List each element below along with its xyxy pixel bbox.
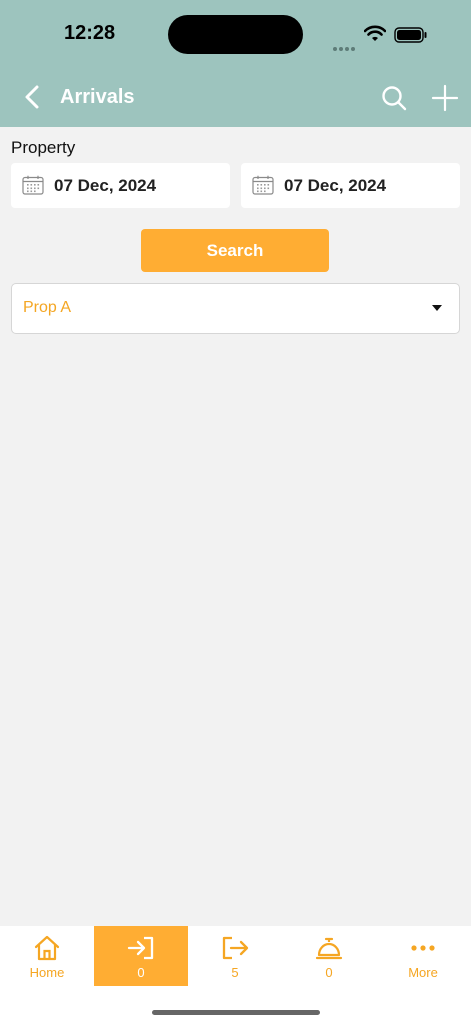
status-bar: 12:28 [0,0,471,70]
caret-down-icon [432,305,442,311]
tab-label: 0 [137,965,145,980]
back-icon[interactable] [20,84,44,110]
to-date-field[interactable]: 07 Dec, 2024 [241,163,460,208]
more-icon [411,945,435,951]
nav-bar: Arrivals [0,70,471,127]
search-icon[interactable] [380,84,408,112]
search-button[interactable]: Search [141,229,329,272]
tab-label: More [408,965,438,980]
battery-icon [394,27,427,43]
cellular-signal-icon [333,38,357,56]
to-date-value: 07 Dec, 2024 [284,176,387,195]
tab-service[interactable]: 0 [282,926,376,986]
status-time: 12:28 [64,22,116,44]
bell-icon [315,937,343,960]
home-icon [34,935,60,961]
add-icon[interactable] [430,83,460,113]
tab-label: 0 [325,965,333,980]
calendar-icon [22,175,44,195]
home-indicator [152,1010,320,1015]
tab-arrivals[interactable]: 0 [94,926,188,986]
property-select[interactable]: Prop A [11,283,460,334]
calendar-icon [252,175,274,195]
tab-departures[interactable]: 5 [188,926,282,986]
wifi-icon [364,25,386,41]
arrival-icon [127,936,154,960]
page-title: Arrivals [60,86,135,108]
departure-icon [222,936,249,960]
tab-home[interactable]: Home [0,926,94,986]
tab-label: Home [29,965,65,980]
tab-label: 5 [231,965,239,980]
tab-more[interactable]: More [376,926,470,986]
property-label: Property [11,138,76,157]
property-select-value: Prop A [23,299,72,316]
from-date-value: 07 Dec, 2024 [54,176,157,195]
dynamic-island [168,15,303,54]
from-date-field[interactable]: 07 Dec, 2024 [11,163,230,208]
